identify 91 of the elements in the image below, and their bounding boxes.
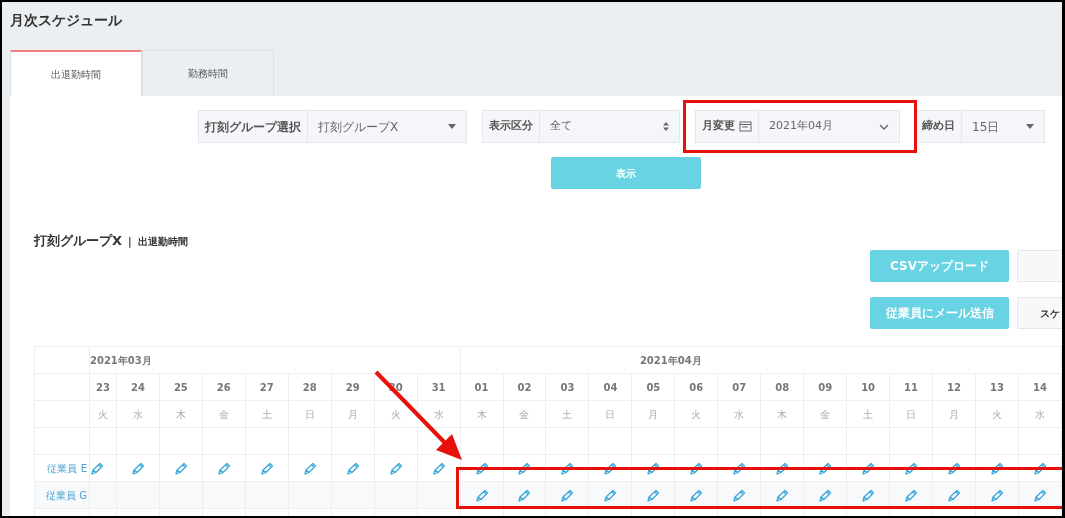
pencil-icon[interactable] bbox=[216, 461, 231, 476]
month-header: 2021年04月 bbox=[639, 354, 702, 366]
date-header: 01 bbox=[474, 381, 489, 393]
section-title: 打刻グループX bbox=[34, 232, 123, 250]
pencil-icon[interactable] bbox=[989, 488, 1004, 503]
pencil-icon[interactable] bbox=[689, 488, 704, 503]
pencil-icon[interactable] bbox=[904, 461, 919, 476]
pencil-icon[interactable] bbox=[775, 461, 790, 476]
date-header: 05 bbox=[646, 381, 661, 393]
pencil-icon[interactable] bbox=[1032, 488, 1047, 503]
weekday-header: 木 bbox=[476, 408, 487, 420]
pencil-icon[interactable] bbox=[517, 461, 532, 476]
date-header: 03 bbox=[560, 381, 575, 393]
section-subtitle: 出退勤時間 bbox=[137, 235, 188, 249]
pencil-icon[interactable] bbox=[173, 461, 188, 476]
date-header: 13 bbox=[990, 381, 1004, 393]
date-header: 23 bbox=[96, 381, 110, 393]
date-header: 07 bbox=[732, 381, 747, 393]
date-header: 02 bbox=[517, 381, 532, 393]
weekday-header: 土 bbox=[261, 408, 272, 420]
date-header: 24 bbox=[130, 381, 145, 393]
month-header: 2021年03月 bbox=[90, 354, 152, 366]
pencil-icon[interactable] bbox=[474, 461, 489, 476]
weekday-header: 水 bbox=[734, 408, 745, 420]
date-header: 31 bbox=[431, 381, 446, 393]
weekday-header: 土 bbox=[863, 408, 874, 420]
pencil-icon[interactable] bbox=[560, 488, 575, 503]
pencil-icon[interactable] bbox=[861, 461, 876, 476]
date-header: 11 bbox=[904, 381, 919, 393]
pencil-icon[interactable] bbox=[732, 461, 747, 476]
weekday-header: 水 bbox=[132, 408, 143, 420]
weekday-header: 日 bbox=[304, 408, 315, 420]
date-header: 04 bbox=[603, 381, 618, 393]
pencil-icon[interactable] bbox=[646, 461, 661, 476]
pencil-icon[interactable] bbox=[947, 461, 961, 476]
weekday-header: 金 bbox=[820, 408, 831, 420]
date-header: 10 bbox=[861, 381, 876, 393]
tab[interactable]: 出退勤時間 bbox=[10, 50, 142, 96]
pencil-icon[interactable] bbox=[947, 488, 961, 503]
date-header: 09 bbox=[818, 381, 833, 393]
pencil-icon[interactable] bbox=[818, 461, 833, 476]
pencil-icon[interactable] bbox=[603, 488, 618, 503]
weekday-header: 日 bbox=[906, 408, 917, 420]
pencil-icon[interactable] bbox=[1032, 461, 1047, 476]
pencil-icon[interactable] bbox=[861, 488, 876, 503]
pencil-icon[interactable] bbox=[474, 488, 489, 503]
weekday-header: 日 bbox=[605, 408, 616, 420]
weekday-header: 月 bbox=[949, 408, 959, 420]
pencil-icon[interactable] bbox=[989, 461, 1004, 476]
weekday-header: 火 bbox=[691, 408, 702, 420]
date-header: 27 bbox=[259, 381, 274, 393]
separator-text: | bbox=[128, 235, 132, 249]
weekday-header: 金 bbox=[519, 408, 530, 420]
action-button[interactable]: スケ bbox=[1017, 297, 1062, 329]
pencil-icon[interactable] bbox=[818, 488, 833, 503]
weekday-header: 土 bbox=[562, 408, 573, 420]
weekday-header: 火 bbox=[991, 408, 1002, 420]
pencil-icon[interactable] bbox=[431, 461, 446, 476]
date-header: 29 bbox=[345, 381, 360, 393]
pencil-icon[interactable] bbox=[732, 488, 747, 503]
pencil-icon[interactable] bbox=[689, 461, 704, 476]
date-header: 08 bbox=[775, 381, 790, 393]
weekday-header: 火 bbox=[97, 408, 108, 420]
pencil-icon[interactable] bbox=[345, 461, 360, 476]
pencil-icon[interactable] bbox=[517, 488, 532, 503]
pencil-icon[interactable] bbox=[775, 488, 790, 503]
weekday-header: 火 bbox=[390, 408, 401, 420]
pencil-icon[interactable] bbox=[388, 461, 403, 476]
weekday-header: 水 bbox=[1034, 408, 1045, 420]
weekday-header: 月 bbox=[347, 408, 358, 420]
weekday-header: 木 bbox=[777, 408, 788, 420]
pencil-icon[interactable] bbox=[130, 461, 145, 476]
pencil-icon[interactable] bbox=[603, 461, 618, 476]
weekday-header: 水 bbox=[433, 408, 444, 420]
pencil-icon[interactable] bbox=[646, 488, 661, 503]
date-header: 14 bbox=[1033, 381, 1047, 393]
pencil-icon[interactable] bbox=[90, 461, 104, 476]
date-header: 12 bbox=[947, 381, 961, 393]
weekday-header: 金 bbox=[218, 408, 229, 420]
date-header: 06 bbox=[689, 381, 704, 393]
date-header: 25 bbox=[173, 381, 188, 393]
weekday-header: 木 bbox=[175, 408, 186, 420]
pencil-icon[interactable] bbox=[560, 461, 575, 476]
tab[interactable]: 勤務時間 bbox=[142, 50, 274, 96]
pencil-icon[interactable] bbox=[259, 461, 274, 476]
page-title: 月次スケジュール bbox=[9, 11, 123, 30]
date-header: 28 bbox=[302, 381, 317, 393]
weekday-header: 月 bbox=[648, 408, 659, 420]
pencil-icon[interactable] bbox=[302, 461, 317, 476]
pencil-icon[interactable] bbox=[904, 488, 919, 503]
date-header: 26 bbox=[216, 381, 231, 393]
